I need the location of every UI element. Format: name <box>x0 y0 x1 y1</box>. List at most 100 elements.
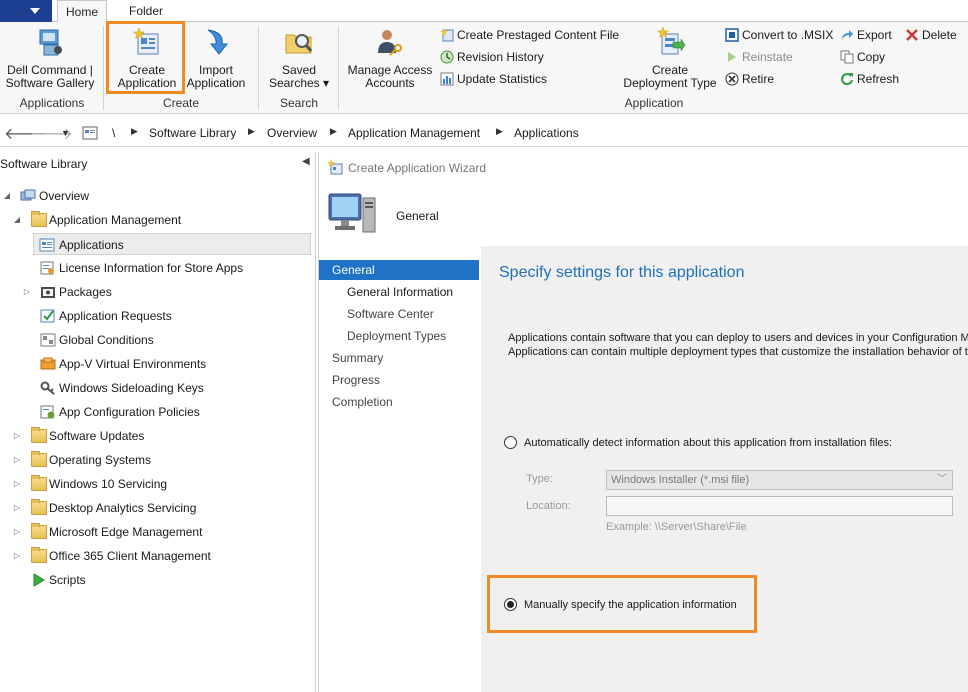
nav-item-label: App Configuration Policies <box>59 405 200 419</box>
step-progress: Progress <box>332 373 381 387</box>
chevron-down-icon: ﹀ <box>937 474 947 485</box>
location-input[interactable] <box>606 496 953 516</box>
revision-history-button[interactable]: Revision History <box>440 48 544 66</box>
collapsed-triangle-icon[interactable]: ▷ <box>12 497 22 519</box>
breadcrumb-separator-icon[interactable]: ▶ <box>330 126 337 137</box>
saved-searches-button[interactable]: Saved Searches ▾ <box>264 26 334 90</box>
retire-button[interactable]: Retire <box>725 70 774 88</box>
collapsed-triangle-icon[interactable]: ▷ <box>12 449 22 471</box>
copy-label: Copy <box>857 50 886 64</box>
nav-item-app-config-policies[interactable]: App Configuration Policies <box>0 401 310 423</box>
group-label-application: Application <box>624 96 684 110</box>
create-prestaged-content-button[interactable]: Create Prestaged Content File <box>440 26 619 44</box>
group-label-create: Create <box>162 96 200 110</box>
breadcrumb-root[interactable]: \ <box>112 126 115 140</box>
package-icon <box>41 287 55 298</box>
nav-item-packages[interactable]: ▷ Packages <box>0 281 310 303</box>
folder-icon <box>31 523 47 539</box>
auto-detect-radio[interactable] <box>504 436 517 449</box>
breadcrumb-applications[interactable]: Applications <box>514 126 579 140</box>
chevron-down-icon <box>30 8 40 14</box>
import-application-button[interactable]: Import Application <box>184 26 248 90</box>
applications-icon <box>39 238 55 252</box>
nav-item-label: Application Management <box>49 213 182 227</box>
export-label: Export <box>857 28 892 42</box>
nav-item-sideloading-keys[interactable]: Windows Sideloading Keys <box>0 377 310 399</box>
update-statistics-button[interactable]: Update Statistics <box>440 70 547 88</box>
nav-item-global-conditions[interactable]: Global Conditions <box>0 329 310 351</box>
group-label-search: Search <box>279 96 319 110</box>
collapsed-triangle-icon[interactable]: ▷ <box>22 281 32 303</box>
nav-pane-title: Software Library <box>0 157 88 171</box>
delete-button[interactable]: Delete <box>905 26 957 44</box>
copy-button[interactable]: Copy <box>840 48 885 66</box>
app-config-policy-icon <box>40 405 55 419</box>
auto-detect-label[interactable]: Automatically detect information about t… <box>524 437 892 449</box>
step-software-center: Software Center <box>347 307 434 321</box>
convert-msix-button[interactable]: Convert to .MSIX <box>725 26 833 44</box>
location-label: Location: <box>526 500 571 512</box>
breadcrumb-separator-icon[interactable]: ▶ <box>131 126 138 137</box>
manage-access-label-2: Accounts <box>365 76 415 90</box>
nav-item-office365[interactable]: ▷ Office 365 Client Management <box>0 545 310 567</box>
history-dropdown-icon[interactable]: ▼ <box>61 128 70 138</box>
update-statistics-icon <box>440 72 454 86</box>
reinstate-button[interactable]: Reinstate <box>725 48 793 66</box>
tab-home[interactable]: Home <box>57 0 107 23</box>
folder-icon <box>31 451 47 467</box>
expanded-triangle-icon[interactable]: ◢ <box>2 185 12 207</box>
dell-command-button[interactable]: Dell Command | Software Gallery <box>4 26 96 90</box>
installer-type-select[interactable]: Windows Installer (*.msi file) ﹀ <box>606 470 953 490</box>
breadcrumb-application-management[interactable]: Application Management <box>348 126 480 140</box>
nav-item-label: Windows 10 Servicing <box>49 477 168 491</box>
reinstate-icon <box>728 52 736 62</box>
nav-item-scripts[interactable]: Scripts <box>0 569 310 591</box>
manage-access-accounts-button[interactable]: Manage Access Accounts <box>344 26 436 90</box>
nav-item-label: App-V Virtual Environments <box>59 357 207 371</box>
breadcrumb-software-library[interactable]: Software Library <box>149 126 236 140</box>
nav-item-label: Desktop Analytics Servicing <box>49 501 197 515</box>
breadcrumb-separator-icon[interactable]: ▶ <box>248 126 255 137</box>
wizard-header: General <box>319 182 968 246</box>
nav-item-edge-management[interactable]: ▷ Microsoft Edge Management <box>0 521 310 543</box>
nav-item-software-updates[interactable]: ▷ Software Updates <box>0 425 310 447</box>
nav-item-operating-systems[interactable]: ▷ Operating Systems <box>0 449 310 471</box>
retire-icon <box>725 72 739 86</box>
ribbon-separator <box>103 26 104 110</box>
breadcrumb-separator-icon[interactable]: ▶ <box>496 126 503 137</box>
import-arrow-icon <box>207 29 229 55</box>
nav-item-overview[interactable]: ◢ Overview <box>0 185 310 207</box>
nav-item-application-management[interactable]: ◢ Application Management <box>0 209 310 231</box>
collapse-pane-icon[interactable]: ◀ <box>302 156 310 167</box>
nav-item-appv-environments[interactable]: App-V Virtual Environments <box>0 353 310 375</box>
refresh-button[interactable]: Refresh <box>840 70 899 88</box>
expanded-triangle-icon[interactable]: ◢ <box>12 209 22 231</box>
create-deployment-type-icon <box>656 26 686 55</box>
update-statistics-label: Update Statistics <box>457 72 548 86</box>
create-deployment-type-button[interactable]: Create Deployment Type <box>622 26 718 90</box>
nav-item-desktop-analytics[interactable]: ▷ Desktop Analytics Servicing <box>0 497 310 519</box>
nav-item-applications[interactable]: Applications <box>33 233 311 255</box>
nav-item-windows10-servicing[interactable]: ▷ Windows 10 Servicing <box>0 473 310 495</box>
address-bar: 🡐 🡒 ▼ \ ▶ Software Library ▶ Overview ▶ … <box>0 119 968 147</box>
collapsed-triangle-icon[interactable]: ▷ <box>12 545 22 567</box>
nav-item-license-information[interactable]: License Information for Store Apps <box>0 257 310 279</box>
nav-item-label: Software Updates <box>49 429 145 443</box>
folder-icon <box>31 547 47 563</box>
collapsed-triangle-icon[interactable]: ▷ <box>12 473 22 495</box>
export-button[interactable]: Export <box>840 26 892 44</box>
software-gallery-icon <box>39 29 62 56</box>
computer-icon <box>328 193 376 233</box>
app-menu-button[interactable] <box>0 0 52 22</box>
group-label-applications: Applications <box>19 96 85 110</box>
navigation-pane: Software Library ◀ ◢ Overview ◢ Applicat… <box>0 152 316 692</box>
nav-item-application-requests[interactable]: Application Requests <box>0 305 310 327</box>
collapsed-triangle-icon[interactable]: ▷ <box>12 425 22 447</box>
reinstate-label: Reinstate <box>742 50 793 64</box>
description-line-2: Applications can contain multiple deploy… <box>508 346 968 358</box>
collapsed-triangle-icon[interactable]: ▷ <box>12 521 22 543</box>
breadcrumb-overview[interactable]: Overview <box>267 126 317 140</box>
installer-type-value: Windows Installer (*.msi file) <box>611 474 750 486</box>
tab-folder[interactable]: Folder <box>113 0 179 23</box>
manual-option-highlight <box>487 575 757 633</box>
